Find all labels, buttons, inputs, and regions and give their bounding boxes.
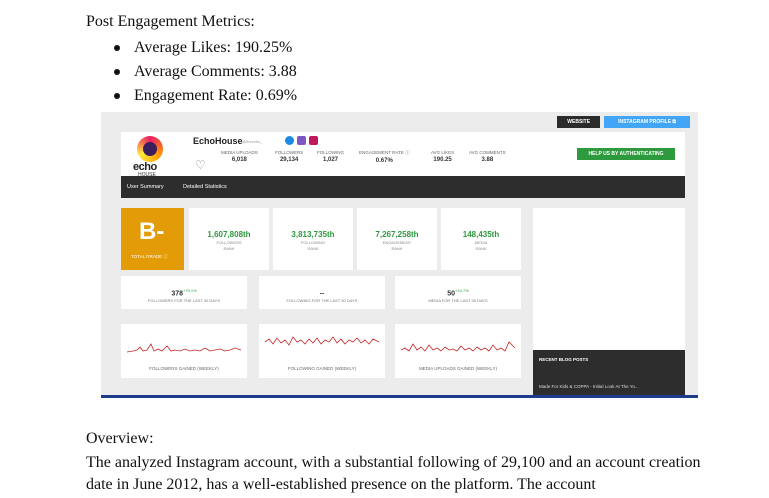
gain-number: 50 xyxy=(447,290,456,298)
chart-icon[interactable] xyxy=(297,136,306,145)
rank-value: 148,435th xyxy=(462,230,500,239)
stat-engagement-rate: ENGAGEMENT RATE ⓘ 0.67% xyxy=(359,150,410,164)
stat-value: 190.25 xyxy=(433,157,452,163)
profile-handle: @theecho_ xyxy=(242,139,263,144)
rank-value: 7,267,258th xyxy=(375,230,419,239)
rank-value: 1,607,808th xyxy=(207,230,251,239)
sparkline-graphic xyxy=(400,341,516,352)
grade-value: B- xyxy=(139,218,165,245)
rank-label: RANK xyxy=(223,246,235,251)
stat-label: AVG LIKES xyxy=(431,150,455,155)
verified-icon xyxy=(285,136,294,145)
stat-value: 3.88 xyxy=(481,157,494,163)
metrics-list: Average Likes: 190.25% Average Comments:… xyxy=(112,37,297,109)
gain-delta: +79.1% xyxy=(183,288,197,293)
rank-label: RANK xyxy=(391,246,403,251)
list-item-average-comments: Average Comments: 3.88 xyxy=(112,61,297,85)
website-button[interactable]: WEBSITE xyxy=(557,116,601,128)
ad-placeholder xyxy=(533,208,685,350)
gain-card-followers: 378+79.1% FOLLOWERS FOR THE LAST 30 DAYS xyxy=(121,276,247,309)
rank-label: MEDIA xyxy=(474,240,488,245)
stat-label: ENGAGEMENT RATE ⓘ xyxy=(359,150,410,155)
rank-label: ENGAGEMENT xyxy=(382,240,412,245)
logo-text: echo xyxy=(133,161,157,173)
grade-label: TOTAL GRADE ⓘ xyxy=(131,254,168,259)
overview-heading: Overview: xyxy=(86,430,154,447)
gain-card-media: 50+10.7% MEDIA FOR THE LAST 30 DAYS xyxy=(395,276,521,309)
blog-post-link[interactable]: Made For Kids & COPPA - Initial Look At … xyxy=(539,384,639,389)
rank-card-media: 148,435th MEDIA RANK xyxy=(441,208,521,270)
stat-media-uploads: MEDIA UPLOADS 6,018 xyxy=(221,150,258,163)
list-item-average-likes: Average Likes: 190.25% xyxy=(112,37,297,61)
rank-card-followers: 1,607,808th FOLLOWERS RANK xyxy=(189,208,269,270)
stat-following: FOLLOWING 1,027 xyxy=(317,150,344,163)
rank-label: FOLLOWERS xyxy=(216,240,242,245)
rank-card-engagement: 7,267,258th ENGAGEMENT RANK xyxy=(357,208,437,270)
stat-label: FOLLOWING xyxy=(317,150,345,155)
stat-value: 0.67% xyxy=(375,158,393,164)
sparkline-graphic xyxy=(264,336,380,346)
sparkline-label: FOLLOWERS GAINED (WEEKLY) xyxy=(149,366,219,371)
rank-card-following: 3,813,735th FOLLOWING RANK xyxy=(273,208,353,270)
profile-name: EchoHouse xyxy=(193,136,243,146)
stat-label: FOLLOWERS xyxy=(275,150,304,155)
tab-bar: User Summary Detailed Statistics xyxy=(121,176,685,198)
profile-avatar xyxy=(137,136,163,162)
list-item-engagement-rate: Engagement Rate: 0.69% xyxy=(112,85,297,109)
stat-followers: FOLLOWERS 29,134 xyxy=(275,150,303,163)
section-heading-post-engagement: Post Engagement Metrics: xyxy=(86,13,255,30)
stat-value: 6,018 xyxy=(231,157,247,163)
stat-value: 29,134 xyxy=(279,157,299,163)
total-grade-card: B- TOTAL GRADE ⓘ xyxy=(121,208,184,270)
sparkline-media: MEDIA UPLOADS GAINED (WEEKLY) xyxy=(395,324,521,378)
embedded-screenshot: WEBSITE INSTAGRAM PROFILE ⧉ echo HOUSE ♡… xyxy=(101,112,698,398)
stat-avg-comments: AVG COMMENTS 3.88 xyxy=(469,150,506,163)
gain-label: MEDIA FOR THE LAST 30 DAYS xyxy=(428,298,488,304)
bottom-bar xyxy=(101,395,698,398)
compare-icon[interactable] xyxy=(309,136,318,145)
sparkline-followers: FOLLOWERS GAINED (WEEKLY) xyxy=(121,324,247,378)
gain-number: -- xyxy=(319,290,325,298)
tab-user-summary[interactable]: User Summary xyxy=(127,176,164,198)
rank-label: RANK xyxy=(307,246,319,251)
gain-label: FOLLOWING FOR THE LAST 30 DAYS xyxy=(286,298,358,304)
sparkline-following: FOLLOWING GAINED (WEEKLY) xyxy=(259,324,385,378)
instagram-profile-button[interactable]: INSTAGRAM PROFILE ⧉ xyxy=(604,116,690,128)
gain-card-following: -- FOLLOWING FOR THE LAST 30 DAYS xyxy=(259,276,385,309)
gain-value: 50+10.7% xyxy=(395,288,521,297)
gain-value: 378+79.1% xyxy=(121,288,247,297)
stat-value: 1,027 xyxy=(323,157,339,163)
gain-value: -- xyxy=(259,288,385,297)
blog-heading: RECENT BLOG POSTS xyxy=(539,357,589,362)
stat-label: AVG COMMENTS xyxy=(469,150,506,155)
gain-number: 378 xyxy=(171,290,183,298)
rank-label: RANK xyxy=(475,246,487,251)
stat-label: MEDIA UPLOADS xyxy=(221,150,258,155)
overview-paragraph: The analyzed Instagram account, with a s… xyxy=(86,454,701,493)
gain-label: FOLLOWERS FOR THE LAST 30 DAYS xyxy=(147,298,221,304)
top-buttons: WEBSITE INSTAGRAM PROFILE ⧉ xyxy=(557,116,690,128)
profile-card: echo HOUSE ♡ EchoHouse @theecho_ MEDIA U… xyxy=(121,132,685,178)
heart-icon[interactable]: ♡ xyxy=(195,158,206,172)
authenticate-button[interactable]: HELP US BY AUTHENTICATING xyxy=(577,148,675,160)
sparkline-graphic xyxy=(126,343,242,353)
rank-label: FOLLOWING xyxy=(300,240,325,245)
sparkline-label: FOLLOWING GAINED (WEEKLY) xyxy=(287,366,357,371)
recent-blog-posts: RECENT BLOG POSTS Made For Kids & COPPA … xyxy=(533,350,685,398)
rank-value: 3,813,735th xyxy=(291,230,335,239)
stat-avg-likes: AVG LIKES 190.25 xyxy=(431,150,454,163)
tab-detailed-statistics[interactable]: Detailed Statistics xyxy=(183,176,227,198)
sparkline-label: MEDIA UPLOADS GAINED (WEEKLY) xyxy=(419,366,497,371)
gain-delta: +10.7% xyxy=(455,288,469,293)
